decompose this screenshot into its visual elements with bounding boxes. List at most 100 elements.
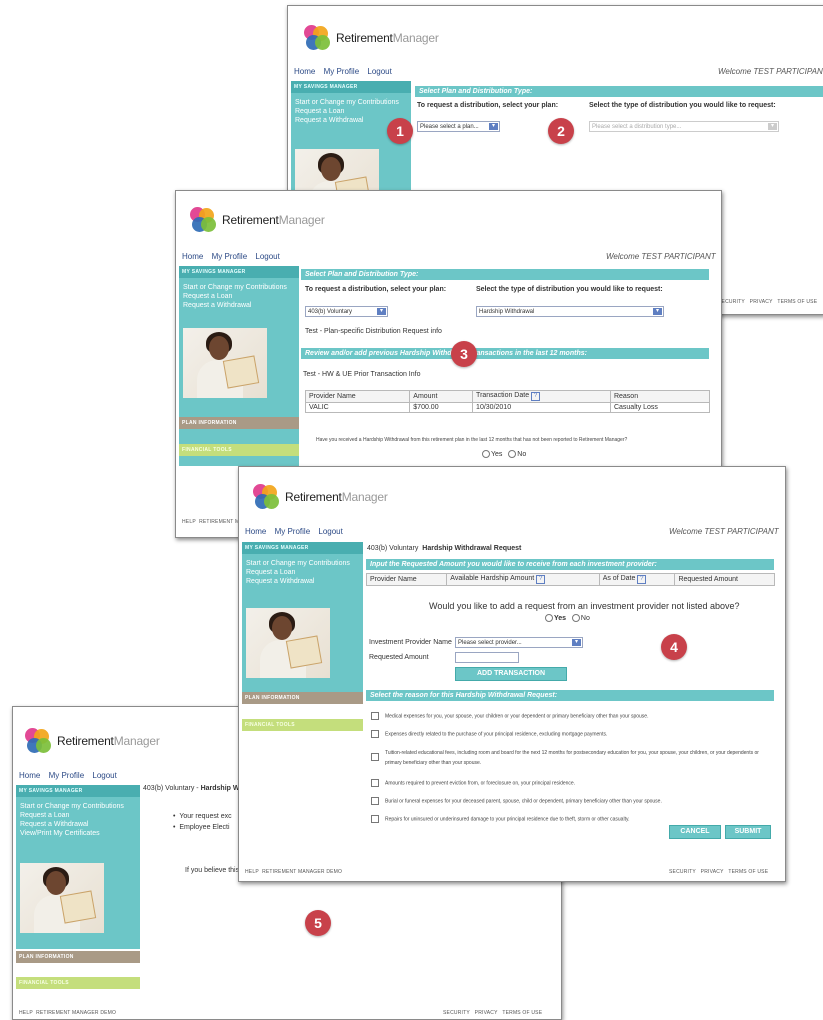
plan-information-bar[interactable]: PLAN INFORMATION [179, 417, 299, 429]
footer-help[interactable]: HELP [182, 519, 196, 525]
footer-security[interactable]: SECURITY [718, 299, 745, 305]
financial-tools-bar[interactable]: FINANCIAL TOOLS [242, 719, 363, 731]
footer-terms[interactable]: TERMS OF USE [777, 299, 817, 305]
nav-my-profile[interactable]: My Profile [324, 67, 360, 76]
add-transaction-button[interactable]: ADD TRANSACTION [455, 667, 567, 681]
retirement-manager-logo[interactable]: RetirementManager [188, 206, 325, 234]
nav-home[interactable]: Home [182, 252, 203, 261]
chevron-down-icon: ▾ [489, 123, 498, 130]
footer-links-left: HELP RETIREMENT MANAGER DEMO [19, 1010, 116, 1016]
footer-terms[interactable]: TERMS OF USE [502, 1010, 542, 1016]
chevron-down-icon: ▾ [653, 308, 662, 315]
retirement-manager-logo[interactable]: RetirementManager [251, 483, 388, 511]
list-item: • Employee Electi [173, 824, 230, 831]
financial-tools-bar[interactable]: FINANCIAL TOOLS [179, 444, 299, 456]
step-badge-4: 4 [661, 634, 687, 660]
yes-radio[interactable] [482, 450, 490, 458]
reason-item: Medical expenses for you, your spouse, y… [371, 712, 771, 720]
sidebar-header: MY SAVINGS MANAGER [291, 81, 411, 93]
cancel-button[interactable]: CANCEL [669, 825, 721, 839]
sidebar-item-contributions[interactable]: Start or Change my Contributions [16, 802, 140, 811]
plan-select[interactable]: 403(b) Voluntary ▾ [305, 306, 388, 317]
footer-links: SECURITY PRIVACY TERMS OF USE [718, 299, 817, 305]
nav-my-profile[interactable]: My Profile [212, 252, 248, 261]
sidebar-item-loan[interactable]: Request a Loan [179, 292, 299, 301]
nav-my-profile[interactable]: My Profile [49, 771, 85, 780]
yes-radio[interactable] [545, 614, 553, 622]
sidebar-item-withdrawal[interactable]: Request a Withdrawal [242, 577, 363, 586]
col-as-of-date: As of Date ? [598, 573, 676, 586]
plan-information-bar[interactable]: PLAN INFORMATION [16, 951, 140, 963]
type-label: Select the type of distribution you woul… [589, 102, 776, 109]
footer-links-right: SECURITY PRIVACY TERMS OF USE [669, 869, 768, 875]
table-row: VALIC $700.00 10/30/2010 Casualty Loss [304, 402, 711, 413]
confirmation-bullets: • Your request exc • Employee Electi [173, 811, 232, 833]
nav-logout[interactable]: Logout [255, 252, 279, 261]
nav-logout[interactable]: Logout [92, 771, 116, 780]
retirement-manager-logo[interactable]: RetirementManager [302, 24, 439, 52]
sidebar-item-withdrawal[interactable]: Request a Withdrawal [16, 820, 140, 829]
no-radio[interactable] [571, 614, 580, 622]
reason-checkbox[interactable] [371, 712, 379, 720]
request-title: 403(b) Voluntary Hardship Withdrawal Req… [367, 545, 522, 552]
footer-help[interactable]: HELP [245, 869, 259, 875]
section-title: Select Plan and Distribution Type: [415, 86, 823, 97]
col-provider: Provider Name [304, 390, 411, 403]
top-nav: Home My Profile Logout [294, 67, 398, 76]
footer-security[interactable]: SECURITY [669, 869, 696, 875]
footer-privacy[interactable]: PRIVACY [750, 299, 773, 305]
nav-my-profile[interactable]: My Profile [275, 527, 311, 536]
sidebar: MY SAVINGS MANAGER Start or Change my Co… [16, 785, 140, 949]
retirement-manager-logo[interactable]: RetirementManager [23, 727, 160, 755]
plan-information-bar[interactable]: PLAN INFORMATION [242, 692, 363, 704]
no-radio[interactable] [508, 450, 517, 458]
nav-logout[interactable]: Logout [367, 67, 391, 76]
submit-button[interactable]: SUBMIT [725, 825, 771, 839]
plan-select[interactable]: Please select a plan... ▾ [417, 121, 500, 132]
distribution-type-select[interactable]: Please select a distribution type... ▾ [589, 121, 779, 132]
footer-terms[interactable]: TERMS OF USE [728, 869, 768, 875]
footer-help[interactable]: HELP [19, 1010, 33, 1016]
distribution-type-select[interactable]: Hardship Withdrawal ▾ [476, 306, 664, 317]
prior-transactions-table: Provider Name Amount Transaction Date ? … [304, 390, 711, 413]
footer-security[interactable]: SECURITY [443, 1010, 470, 1016]
requested-amount-input[interactable] [455, 652, 519, 663]
nav-home[interactable]: Home [245, 527, 266, 536]
help-icon[interactable]: ? [531, 392, 541, 401]
sidebar-item-certificates[interactable]: View/Print My Certificates [16, 829, 140, 838]
provider-select[interactable]: Please select provider... ▾ [455, 637, 583, 648]
sidebar-item-loan[interactable]: Request a Loan [291, 107, 411, 116]
help-icon[interactable]: ? [536, 575, 546, 584]
confirmation-title: 403(b) Voluntary - Hardship W [143, 785, 240, 792]
sidebar-item-loan[interactable]: Request a Loan [242, 568, 363, 577]
woman-reading-photo [183, 328, 267, 398]
top-nav: Home My Profile Logout [182, 252, 286, 261]
reason-checkbox[interactable] [371, 797, 379, 805]
footer-privacy[interactable]: PRIVACY [701, 869, 724, 875]
cell-amount: $700.00 [409, 402, 474, 413]
cell-reason: Casualty Loss [609, 402, 711, 413]
nav-home[interactable]: Home [294, 67, 315, 76]
sidebar-item-contributions[interactable]: Start or Change my Contributions [179, 283, 299, 292]
sidebar-item-withdrawal[interactable]: Request a Withdrawal [179, 301, 299, 310]
prior-info-text: Test - HW & UE Prior Transaction Info [303, 371, 421, 378]
reason-checkbox[interactable] [371, 779, 379, 787]
footer-links-right: SECURITY PRIVACY TERMS OF USE [443, 1010, 542, 1016]
footer-demo[interactable]: RETIREMENT MANAGER DEMO [36, 1010, 116, 1016]
reason-checkbox[interactable] [371, 815, 379, 823]
reason-checkbox[interactable] [371, 753, 379, 761]
footer-privacy[interactable]: PRIVACY [475, 1010, 498, 1016]
footer-demo[interactable]: RETIREMENT MANAGER DEMO [262, 869, 342, 875]
sidebar-item-contributions[interactable]: Start or Change my Contributions [242, 559, 363, 568]
col-reason: Reason [609, 390, 711, 403]
help-icon[interactable]: ? [637, 575, 647, 584]
cell-provider: VALIC [304, 402, 411, 413]
sidebar-item-loan[interactable]: Request a Loan [16, 811, 140, 820]
sidebar-item-contributions[interactable]: Start or Change my Contributions [291, 98, 411, 107]
reason-checkbox[interactable] [371, 730, 379, 738]
nav-logout[interactable]: Logout [318, 527, 342, 536]
nav-home[interactable]: Home [19, 771, 40, 780]
financial-tools-bar[interactable]: FINANCIAL TOOLS [16, 977, 140, 989]
logo-icon [23, 727, 53, 755]
brand-name: Retirement [336, 31, 393, 45]
